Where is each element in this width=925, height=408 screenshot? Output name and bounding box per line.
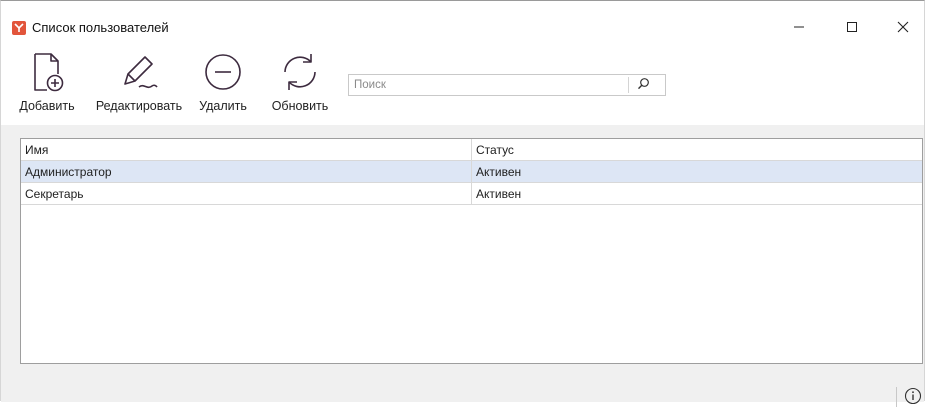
minimize-icon	[793, 21, 805, 36]
table-row[interactable]: Секретарь Активен	[21, 183, 922, 205]
search-divider	[628, 77, 629, 93]
info-icon	[904, 387, 922, 408]
cell-name: Администратор	[21, 161, 472, 182]
search-box	[348, 74, 666, 96]
search-input[interactable]	[349, 75, 627, 95]
add-document-icon	[27, 50, 67, 97]
edit-button-label: Редактировать	[95, 99, 183, 113]
refresh-button-label: Обновить	[271, 99, 329, 113]
add-button-label: Добавить	[19, 99, 75, 113]
statusbar-divider	[896, 387, 897, 407]
add-button[interactable]: Добавить	[13, 51, 81, 113]
close-button[interactable]	[880, 12, 925, 44]
delete-button-label: Удалить	[199, 99, 247, 113]
info-button[interactable]	[904, 387, 922, 405]
cell-status: Активен	[476, 187, 522, 201]
toolbar: Добавить Редактировать Удалить Обновить …	[1, 45, 924, 125]
refresh-icon	[278, 50, 322, 97]
refresh-button[interactable]: Обновить	[263, 51, 337, 113]
window-title: Список пользователей	[32, 20, 169, 35]
table-header: Имя Статус	[21, 139, 922, 161]
maximize-button[interactable]	[829, 12, 875, 44]
cell-status: Активен	[476, 165, 522, 179]
search-icon	[637, 77, 650, 93]
close-icon	[897, 21, 909, 36]
search-button[interactable]	[635, 77, 651, 93]
maximize-icon	[846, 21, 858, 36]
edit-button[interactable]: Редактировать	[87, 51, 191, 113]
delete-button[interactable]: Удалить	[193, 51, 253, 113]
column-header-name[interactable]: Имя	[21, 139, 472, 160]
table-row[interactable]: Администратор Активен	[21, 161, 922, 183]
users-window: Список пользователей Добавить Редактиров…	[0, 0, 925, 407]
column-header-status[interactable]: Статус	[472, 139, 922, 160]
minimize-button[interactable]	[776, 12, 822, 44]
content-area: Имя Статус Администратор Активен Секрета…	[1, 125, 924, 407]
pencil-icon	[117, 50, 161, 97]
minus-circle-icon	[202, 51, 244, 96]
cell-name: Секретарь	[21, 183, 472, 204]
app-logo-icon	[12, 21, 26, 35]
title-bar[interactable]: Список пользователей	[1, 1, 924, 45]
users-table: Имя Статус Администратор Активен Секрета…	[20, 138, 923, 364]
